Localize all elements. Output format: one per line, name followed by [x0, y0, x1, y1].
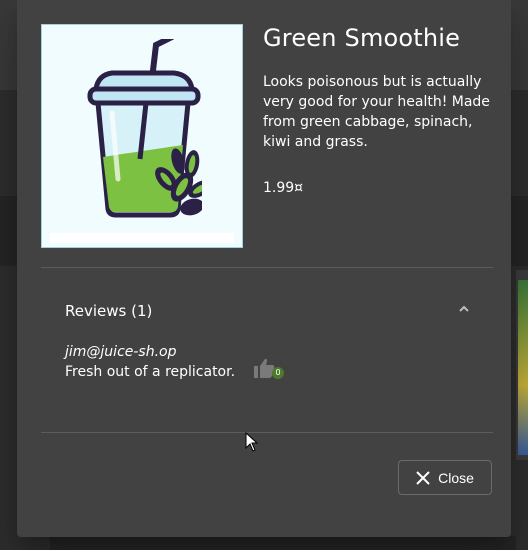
reviews-panel-header[interactable]: Reviews (1) — [65, 302, 152, 320]
chevron-up-icon[interactable] — [457, 302, 471, 316]
review-author: jim@juice-sh.op — [65, 344, 177, 360]
smoothie-cup-illustration — [87, 39, 202, 218]
like-count-badge: 0 — [272, 367, 284, 379]
product-price: 1.99¤ — [263, 180, 304, 196]
review-text: Fresh out of a replicator. — [65, 364, 236, 380]
mouse-pointer-icon — [245, 432, 259, 452]
divider-bottom — [41, 432, 493, 433]
product-title: Green Smoothie — [263, 24, 461, 52]
product-details-dialog: Green Smoothie Looks poisonous but is ac… — [17, 0, 511, 537]
product-image — [41, 24, 243, 248]
image-shelf — [50, 233, 234, 243]
close-button-label: Close — [438, 469, 474, 486]
close-icon — [416, 470, 430, 485]
divider-top — [41, 267, 493, 268]
background-product-image — [518, 280, 528, 455]
product-description: Looks poisonous but is actually very goo… — [263, 74, 490, 150]
background-product-card — [516, 270, 528, 460]
background-footer — [50, 536, 516, 550]
close-button[interactable]: Close — [398, 460, 492, 495]
